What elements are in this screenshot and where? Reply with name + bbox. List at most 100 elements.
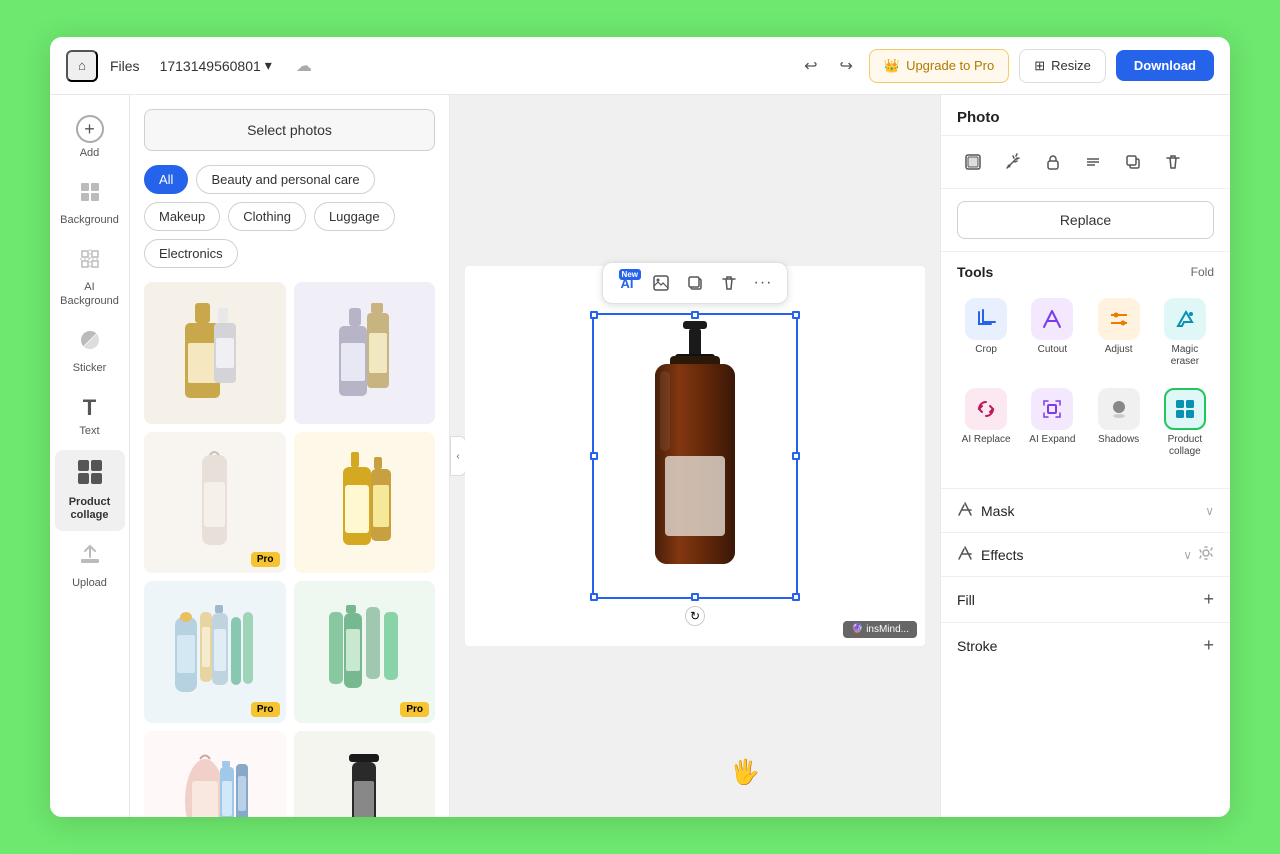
upgrade-button[interactable]: 👑 Upgrade to Pro (869, 49, 1009, 83)
cutout-icon (1031, 298, 1073, 340)
ai-tool-button[interactable]: AI New (611, 267, 643, 299)
filter-electronics[interactable]: Electronics (144, 239, 238, 268)
main-layout: + Add Background (50, 95, 1230, 817)
delete-floating-button[interactable] (713, 267, 745, 299)
copy-button[interactable] (1117, 146, 1149, 178)
more-icon: ··· (754, 274, 773, 292)
effects-settings-icon[interactable] (1198, 545, 1214, 564)
delete-button[interactable] (1157, 146, 1189, 178)
layers-icon (964, 153, 982, 171)
sidebar-item-background[interactable]: Background (55, 172, 125, 235)
photo-panel: Select photos All Beauty and personal ca… (130, 95, 450, 817)
sidebar-item-upload[interactable]: Upload (55, 535, 125, 598)
icon-toolbar (941, 146, 1230, 189)
effects-chevron-icon: ∨ (1183, 548, 1192, 562)
photo-item-8[interactable] (294, 731, 436, 818)
tool-ai-expand[interactable]: AI Expand (1023, 382, 1081, 464)
fold-button[interactable]: Fold (1191, 265, 1214, 279)
floating-toolbar: AI New (602, 262, 788, 304)
sidebar-item-text[interactable]: T Text (55, 387, 125, 446)
mask-chevron-icon: ∨ (1205, 504, 1214, 518)
copy-icon (1124, 153, 1142, 171)
resize-label: Resize (1051, 58, 1091, 73)
pro-badge: Pro (251, 702, 280, 717)
add-label: Add (80, 147, 100, 160)
photo-grid: Pro (144, 282, 435, 817)
tool-crop[interactable]: Crop (957, 292, 1015, 374)
tool-ai-replace[interactable]: AI Replace (957, 382, 1015, 464)
home-button[interactable]: ⌂ (66, 50, 98, 82)
home-icon: ⌂ (78, 58, 86, 73)
tool-adjust[interactable]: Adjust (1090, 292, 1148, 374)
filter-makeup[interactable]: Makeup (144, 202, 220, 231)
image-icon (652, 274, 670, 292)
left-sidebar: + Add Background (50, 95, 130, 817)
app-header: ⌂ Files 1713149560801 ▾ ☁ ↩ ↪ 👑 Upgrade … (50, 37, 1230, 95)
effects-label: Effects (981, 547, 1024, 563)
replace-label: Replace (1060, 212, 1111, 228)
image-edit-button[interactable] (645, 267, 677, 299)
fill-section: Fill + (941, 576, 1230, 622)
upgrade-label: Upgrade to Pro (906, 58, 994, 73)
tools-section: Tools Fold Crop (941, 252, 1230, 488)
photo-item-1[interactable] (144, 282, 286, 424)
resize-button[interactable]: ⊞ Resize (1019, 49, 1106, 83)
sidebar-item-add[interactable]: + Add (55, 107, 125, 168)
filename-selector[interactable]: 1713149560801 ▾ (152, 53, 280, 78)
crown-icon: 👑 (884, 58, 900, 74)
product-collage-icon (76, 458, 104, 492)
filter-clothing[interactable]: Clothing (228, 202, 306, 231)
magic-wand-button[interactable] (997, 146, 1029, 178)
shadows-icon (1098, 388, 1140, 430)
download-button[interactable]: Download (1116, 50, 1214, 81)
sidebar-item-product-collage[interactable]: Product collage (55, 450, 125, 530)
ai-replace-label: AI Replace (962, 434, 1011, 446)
tool-product-collage[interactable]: Product collage (1156, 382, 1214, 464)
sidebar-item-sticker[interactable]: Sticker (55, 320, 125, 383)
redo-button[interactable]: ↪ (833, 50, 858, 82)
rotate-handle[interactable]: ↻ (685, 606, 705, 626)
replace-button[interactable]: Replace (957, 201, 1214, 239)
filter-all[interactable]: All (144, 165, 188, 194)
photo-item-5[interactable]: Pro (144, 581, 286, 723)
layers-button[interactable] (957, 146, 989, 178)
cloud-icon[interactable]: ☁ (296, 56, 312, 76)
align-button[interactable] (1077, 146, 1109, 178)
duplicate-button[interactable] (679, 267, 711, 299)
photo-item-3[interactable]: Pro (144, 432, 286, 574)
background-icon (78, 180, 102, 210)
files-label: Files (110, 58, 140, 74)
filter-beauty[interactable]: Beauty and personal care (196, 165, 374, 194)
mask-label: Mask (981, 503, 1014, 519)
photo-item-4[interactable] (294, 432, 436, 574)
new-badge: New (619, 269, 641, 280)
tools-grid: Crop Cutout (957, 292, 1214, 464)
stroke-section: Stroke + (941, 622, 1230, 668)
sticker-label: Sticker (73, 362, 107, 375)
tool-magic-eraser[interactable]: Magic eraser (1156, 292, 1214, 374)
filter-luggage[interactable]: Luggage (314, 202, 395, 231)
upload-icon (78, 543, 102, 573)
photo-item-7[interactable] (144, 731, 286, 818)
effects-section[interactable]: Effects ∨ (941, 532, 1230, 576)
panel-header: Photo (941, 95, 1230, 136)
effects-icon (957, 545, 973, 564)
mask-section[interactable]: Mask ∨ (941, 488, 1230, 532)
lock-button[interactable] (1037, 146, 1069, 178)
delete-icon (1164, 153, 1182, 171)
magic-eraser-label: Magic eraser (1160, 344, 1210, 368)
photo-item-2[interactable] (294, 282, 436, 424)
tool-cutout[interactable]: Cutout (1023, 292, 1081, 374)
more-options-button[interactable]: ··· (747, 267, 779, 299)
tool-shadows[interactable]: Shadows (1090, 382, 1148, 464)
panel-toggle-button[interactable]: ‹ (450, 436, 466, 476)
photo-item-6[interactable]: Pro (294, 581, 436, 723)
canvas-area[interactable]: ‹ AI New (450, 95, 940, 817)
undo-button[interactable]: ↩ (798, 50, 823, 82)
select-photos-button[interactable]: Select photos (144, 109, 435, 151)
resize-icon: ⊞ (1034, 58, 1045, 74)
stroke-add-icon[interactable]: + (1203, 635, 1214, 656)
product-image[interactable]: AI New (595, 316, 795, 596)
sidebar-item-ai-background[interactable]: AI Background (55, 239, 125, 315)
fill-add-icon[interactable]: + (1203, 589, 1214, 610)
